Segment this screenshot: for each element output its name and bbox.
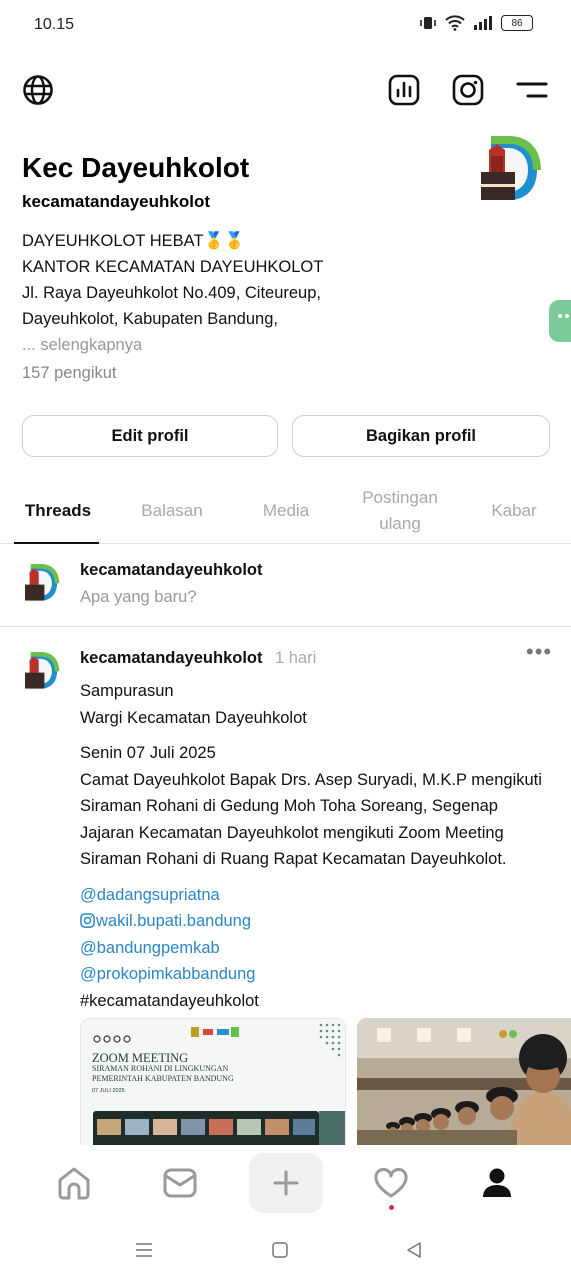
heart-icon[interactable] [361,1153,421,1213]
status-icons: 86 [419,14,533,32]
profile-icon[interactable] [467,1153,527,1213]
back-icon[interactable] [406,1242,422,1258]
signal-icon [474,16,492,30]
profile-bio: DAYEUHKOLOT HEBAT🥇🥇 KANTOR KECAMATAN DAY… [22,228,542,358]
post-line: Senin 07 Juli 2025 [80,744,216,762]
post-line: Siraman Rohani di Gedung Moh Toha Sorean… [80,797,498,815]
recents-icon[interactable] [135,1242,153,1258]
mention-link[interactable]: @bandungpemkab [80,935,560,962]
profile-handle: kecamatandayeuhkolot [22,192,211,211]
floating-side-handle[interactable] [549,300,571,342]
mention-link[interactable]: @dadangsupriatna [80,882,560,909]
bio-line: Jl. Raya Dayeuhkolot No.409, Citeureup, [22,284,321,302]
followers-count[interactable]: 157 pengikut [22,364,117,383]
bio-line: DAYEUHKOLOT HEBAT🥇🥇 [22,232,245,250]
tab-feeds[interactable]: Kabar [470,478,558,544]
post-line: Wargi Kecamatan Dayeuhkolot [80,708,307,727]
new-thread-button[interactable] [249,1153,323,1213]
edit-profile-button[interactable]: Edit profil [22,415,278,457]
avatar [22,564,60,604]
profile-top-bar [0,68,571,112]
bio-line: KANTOR KECAMATAN DAYEUHKOLOT [22,258,324,276]
profile-avatar[interactable] [477,136,541,206]
instagram-mention-link[interactable]: wakil.bupati.bandung [80,908,560,935]
notification-dot [389,1205,394,1210]
mention-link[interactable]: @prokopimkabbandung [80,961,560,988]
more-options-icon[interactable]: ••• [526,641,554,666]
status-time: 10.15 [34,16,75,33]
composer-input[interactable]: Apa yang baru? [80,588,197,607]
bio-line: Dayeuhkolot, Kabupaten Bandung, [22,310,278,328]
media-subtitle-line: SIRAMAN ROHANI DI LINGKUNGAN [92,1064,229,1073]
post-body: Sampurasun Wargi Kecamatan Dayeuhkolot S… [80,678,560,1014]
post-timestamp: 1 hari [275,649,317,667]
wifi-icon [445,15,465,31]
post-line: Sampurasun [80,682,174,700]
hashtag[interactable]: #kecamatandayeuhkolot [80,988,560,1015]
post-line: Camat Dayeuhkolot Bapak Drs. Asep Suryad… [80,770,542,789]
post-image-meeting-room[interactable] [357,1018,571,1148]
post-line: Jajaran Kecamatan Dayeuhkolot mengikuti … [80,823,504,842]
profile-name: Kec Dayeuhkolot [22,152,250,183]
share-profile-button[interactable]: Bagikan profil [292,415,550,457]
media-date: 07 JULI 2025 [92,1088,125,1094]
insights-icon[interactable] [384,70,424,110]
status-bar: 10.15 86 [0,0,571,50]
avatar[interactable] [22,652,60,692]
composer-handle: kecamatandayeuhkolot [80,561,263,579]
mention-text: wakil.bupati.bandung [96,912,252,930]
instagram-icon [80,913,95,928]
thread-post: kecamatandayeuhkolot 1 hari ••• Sampuras… [0,628,571,1148]
vibrate-icon [420,17,436,29]
bottom-navigation [0,1145,571,1225]
post-line: Siraman Rohani di Ruang Rapat Kecamatan … [80,850,507,868]
post-image-zoom-meeting[interactable]: ZOOM MEETING SIRAMAN ROHANI DI LINGKUNGA… [80,1018,346,1148]
home-button-icon[interactable] [272,1242,288,1258]
tab-media[interactable]: Media [242,478,330,544]
new-thread-composer[interactable]: kecamatandayeuhkolot Apa yang baru? [0,545,571,627]
menu-icon[interactable] [512,70,552,110]
post-author-handle[interactable]: kecamatandayeuhkolot [80,649,262,668]
plus-icon [273,1170,299,1196]
tab-threads[interactable]: Threads [14,478,102,544]
tab-reposts[interactable]: Postingan ulang [350,478,450,544]
see-more-link[interactable]: ... selengkapnya [22,332,542,358]
system-navigation-bar [0,1228,571,1280]
profile-tabs: Threads Balasan Media Postingan ulang Ka… [0,478,571,544]
battery-indicator: 86 [501,15,533,31]
active-tab-indicator [14,542,99,544]
inbox-icon[interactable] [150,1153,210,1213]
media-subtitle-line: PEMERINTAH KABUPATEN BANDUNG [92,1074,234,1083]
instagram-icon[interactable] [448,70,488,110]
home-icon[interactable] [44,1153,104,1213]
globe-icon[interactable] [18,70,58,110]
tab-replies[interactable]: Balasan [128,478,216,544]
media-subtitle: SIRAMAN ROHANI DI LINGKUNGAN PEMERINTAH … [92,1064,234,1084]
